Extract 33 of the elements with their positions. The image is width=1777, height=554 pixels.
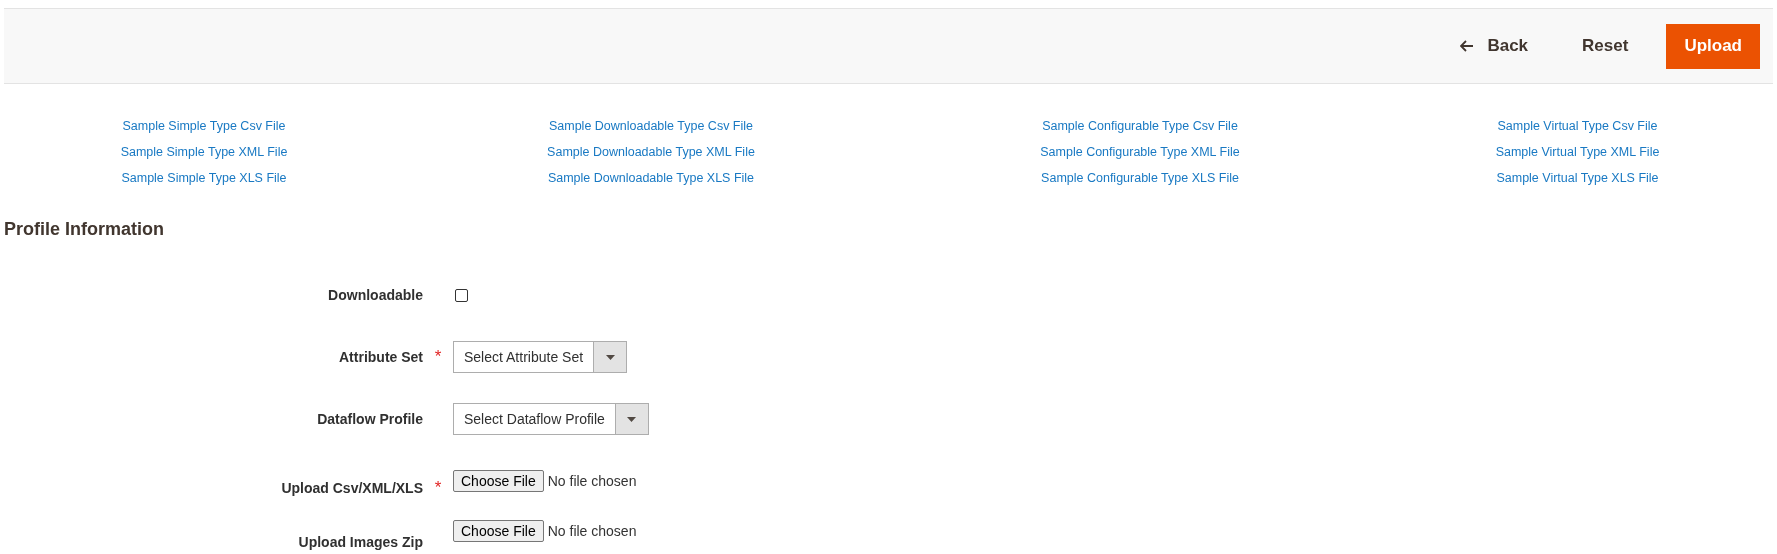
field-label: Dataflow Profile [316, 411, 423, 427]
sample-file-link[interactable]: Sample Configurable Type XML File [1040, 144, 1240, 160]
caret-down-icon [627, 416, 637, 422]
sample-file-link[interactable]: Sample Simple Type XML File [120, 144, 288, 160]
reset-button[interactable]: Reset [1564, 24, 1647, 68]
file-status-text: No file chosen [547, 473, 637, 489]
file-status-text: No file chosen [547, 523, 637, 539]
choose-file-button[interactable]: Choose File [453, 470, 544, 492]
sample-file-link[interactable]: Sample Virtual Type XLS File [1496, 170, 1659, 186]
sample-file-link[interactable]: Sample Virtual Type Csv File [1497, 118, 1658, 134]
dropdown[interactable]: Select Dataflow Profile [453, 403, 649, 435]
sample-file-link[interactable]: Sample Simple Type XLS File [121, 170, 287, 186]
sample-file-link[interactable]: Sample Downloadable Type Csv File [548, 118, 753, 134]
field-label: Upload Csv/XML/XLS [280, 479, 423, 496]
sample-file-link[interactable]: Sample Virtual Type XML File [1495, 144, 1660, 160]
upload-button[interactable]: Upload [1666, 23, 1760, 69]
sample-file-link[interactable]: Sample Configurable Type XLS File [1041, 170, 1239, 186]
choose-file-button[interactable]: Choose File [453, 520, 544, 542]
sample-file-link[interactable]: Sample Simple Type Csv File [122, 118, 286, 134]
field-label: Upload Images Zip [297, 533, 423, 550]
required-asterisk: * [434, 478, 442, 497]
dropdown[interactable]: Select Attribute Set [453, 341, 628, 373]
sample-file-link[interactable]: Sample Downloadable Type XLS File [547, 170, 755, 186]
sample-file-link[interactable]: Sample Configurable Type Csv File [1042, 118, 1238, 134]
caret-down-icon [605, 354, 615, 360]
arrow-left-icon [1460, 40, 1475, 52]
field-label: Attribute Set [338, 349, 423, 365]
checkbox[interactable] [455, 288, 468, 302]
back-button[interactable]: Back [1442, 24, 1547, 68]
required-asterisk: * [434, 347, 442, 366]
field-label: Downloadable [327, 287, 423, 303]
section-title: Profile Information [4, 219, 165, 240]
sample-file-link[interactable]: Sample Downloadable Type XML File [547, 144, 755, 160]
